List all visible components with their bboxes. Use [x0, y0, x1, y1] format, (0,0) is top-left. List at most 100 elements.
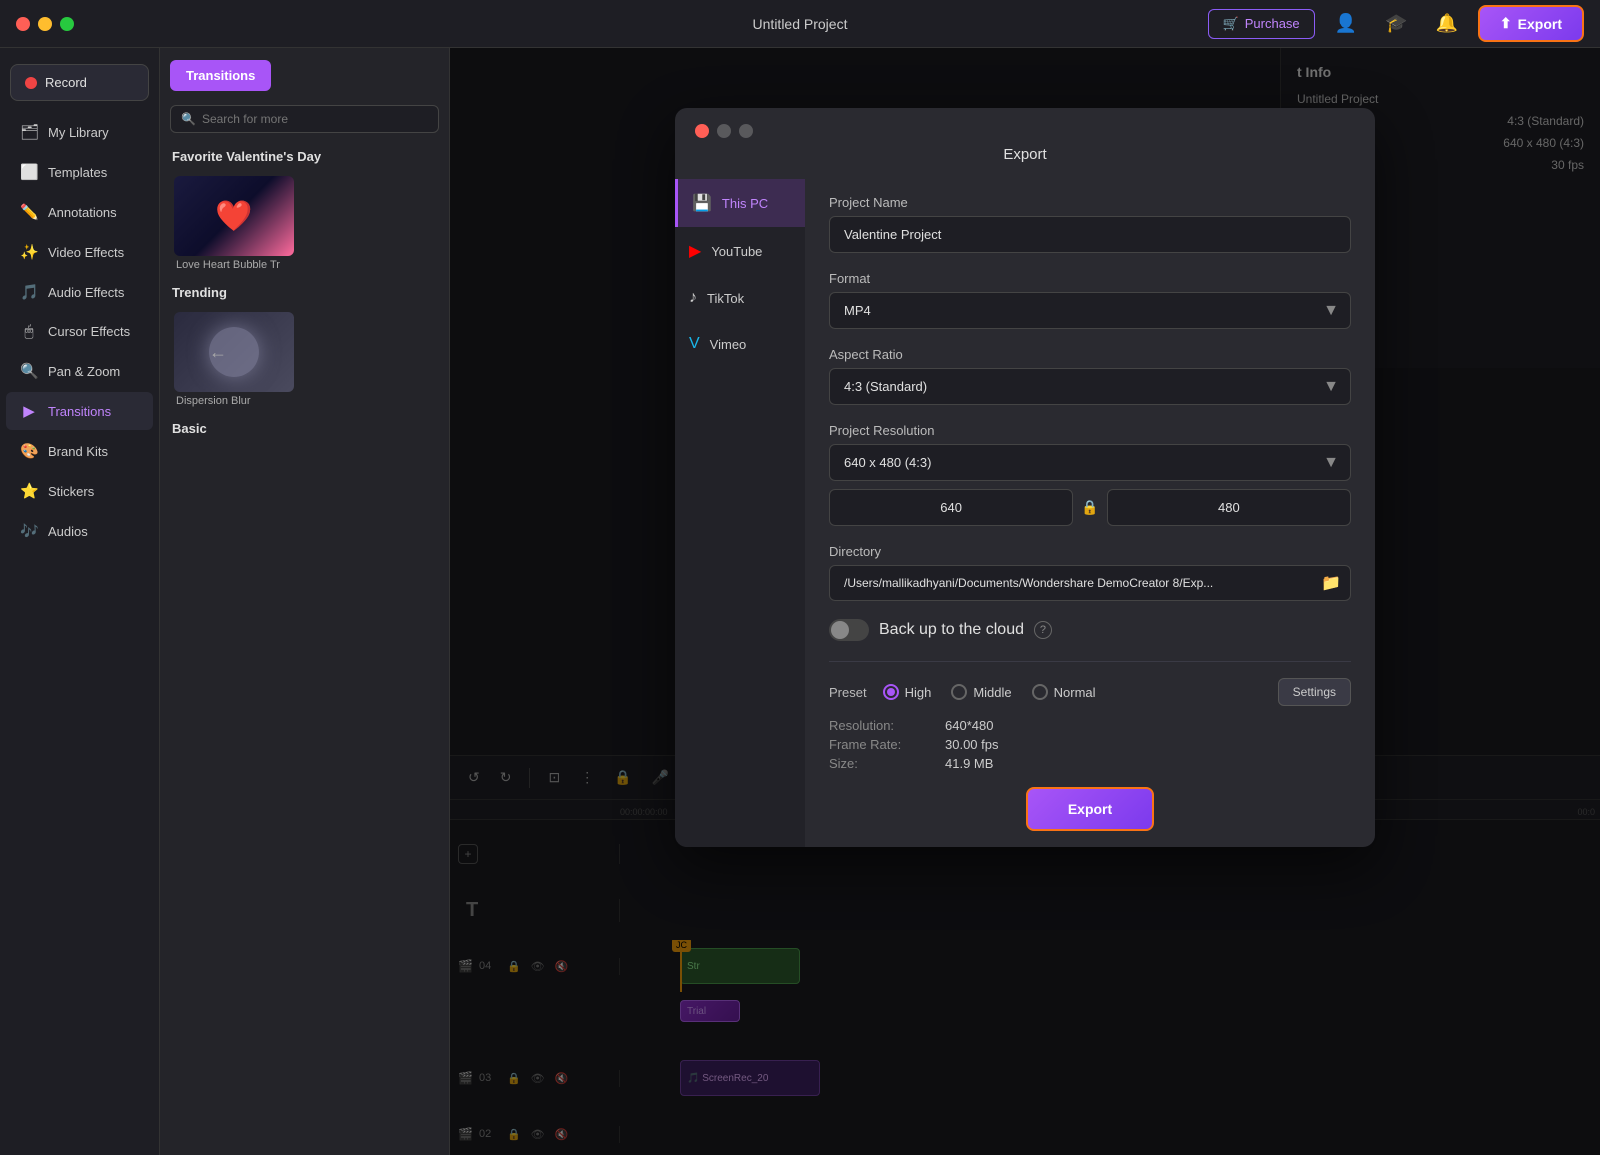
preset-section: Preset High [829, 661, 1351, 831]
sidebar-label-transitions: Transitions [48, 404, 111, 419]
minimize-button[interactable] [38, 17, 52, 31]
folder-icon[interactable]: 📁 [1321, 573, 1341, 593]
radio-high-label: High [905, 685, 932, 700]
sidebar-label-annotations: Annotations [48, 205, 117, 220]
sidebar-item-transitions[interactable]: ▶ Transitions [6, 392, 153, 430]
modal-nav-label-vimeo: Vimeo [710, 337, 747, 352]
audio-effects-icon: 🎵 [20, 283, 38, 301]
format-select[interactable]: MP4 MOV AVI [829, 292, 1351, 329]
main-layout: Record 🗂 My Library ⬜ Templates ✏️ Annot… [0, 48, 1600, 1155]
modal-close-button[interactable] [695, 124, 709, 138]
transition-thumb-blur: ← [174, 312, 294, 392]
radio-middle[interactable]: Middle [951, 684, 1011, 700]
transitions-tab[interactable]: Transitions [170, 60, 271, 91]
preset-row: Preset High [829, 678, 1351, 706]
modal-nav-this-pc[interactable]: 💾 This PC [675, 179, 805, 227]
sidebar-item-brand-kits[interactable]: 🎨 Brand Kits [6, 432, 153, 470]
sidebar: Record 🗂 My Library ⬜ Templates ✏️ Annot… [0, 48, 160, 1155]
cart-icon: 🛒 [1223, 16, 1239, 32]
aspect-ratio-select[interactable]: 4:3 (Standard) 16:9 (Widescreen) 1:1 (Sq… [829, 368, 1351, 405]
modal-maximize-button[interactable] [739, 124, 753, 138]
radio-high[interactable]: High [883, 684, 932, 700]
transition-card-blur[interactable]: ← Dispersion Blur [174, 312, 294, 407]
sidebar-item-templates[interactable]: ⬜ Templates [6, 153, 153, 191]
aspect-ratio-select-wrapper: 4:3 (Standard) 16:9 (Widescreen) 1:1 (Sq… [829, 368, 1351, 405]
radio-middle-label: Middle [973, 685, 1011, 700]
modal-traffic-lights [675, 108, 1375, 138]
export-main-button[interactable]: ⬆ Export [1478, 5, 1584, 42]
radio-high-circle [883, 684, 899, 700]
preset-label: Preset [829, 685, 867, 700]
notifications-button[interactable]: 🔔 [1428, 9, 1466, 38]
sidebar-item-stickers[interactable]: ⭐ Stickers [6, 472, 153, 510]
account-button[interactable]: 👤 [1327, 9, 1365, 38]
sidebar-label-my-library: My Library [48, 125, 109, 140]
sidebar-label-audios: Audios [48, 524, 88, 539]
resolution-detail-label: Resolution: [829, 718, 929, 733]
audios-icon: 🎶 [20, 522, 38, 540]
cursor-effects-icon: 🖱 [20, 323, 38, 340]
sidebar-item-audio-effects[interactable]: 🎵 Audio Effects [6, 273, 153, 311]
purchase-button[interactable]: 🛒 Purchase [1208, 9, 1315, 39]
modal-overlay: Export 💾 This PC ▶ YouTube [450, 48, 1600, 1155]
sidebar-item-video-effects[interactable]: ✨ Video Effects [6, 233, 153, 271]
search-input[interactable] [202, 112, 428, 126]
transition-card-heart[interactable]: ❤️ Love Heart Bubble Tr [174, 176, 294, 271]
sidebar-label-templates: Templates [48, 165, 107, 180]
modal-nav-label-tiktok: TikTok [707, 291, 744, 306]
radio-group: High Middle Normal [883, 684, 1096, 700]
sidebar-item-pan-zoom[interactable]: 🔍 Pan & Zoom [6, 352, 153, 390]
cloud-toggle[interactable] [829, 619, 869, 641]
modal-minimize-button[interactable] [717, 124, 731, 138]
close-button[interactable] [16, 17, 30, 31]
modal-nav-tiktok[interactable]: ♪ TikTok [675, 275, 805, 321]
sidebar-item-annotations[interactable]: ✏️ Annotations [6, 193, 153, 231]
tutorial-button[interactable]: 🎓 [1377, 9, 1415, 38]
sidebar-item-my-library[interactable]: 🗂 My Library [6, 113, 153, 151]
maximize-button[interactable] [60, 17, 74, 31]
size-label: Size: [829, 756, 929, 771]
resolution-detail-value: 640*480 [945, 718, 993, 733]
sidebar-label-video-effects: Video Effects [48, 245, 124, 260]
search-icon: 🔍 [181, 112, 196, 126]
sidebar-item-audios[interactable]: 🎶 Audios [6, 512, 153, 550]
width-input[interactable] [829, 489, 1073, 526]
sidebar-label-cursor-effects: Cursor Effects [48, 324, 130, 339]
directory-input[interactable] [829, 565, 1351, 601]
form-group-project-name: Project Name [829, 195, 1351, 253]
record-label: Record [45, 75, 87, 90]
transition-name-heart: Love Heart Bubble Tr [174, 259, 294, 271]
modal-nav-youtube[interactable]: ▶ YouTube [675, 227, 805, 275]
height-input[interactable] [1107, 489, 1351, 526]
export-button[interactable]: Export [1026, 787, 1154, 831]
form-group-directory: Directory 📁 [829, 544, 1351, 601]
preset-detail-size: Size: 41.9 MB [829, 756, 1351, 771]
this-pc-icon: 💾 [692, 193, 712, 213]
annotations-icon: ✏️ [20, 203, 38, 221]
brand-kits-icon: 🎨 [20, 442, 38, 460]
templates-icon: ⬜ [20, 163, 38, 181]
help-icon[interactable]: ? [1034, 621, 1052, 639]
directory-label: Directory [829, 544, 1351, 559]
youtube-icon: ▶ [689, 241, 701, 261]
frame-rate-detail-value: 30.00 fps [945, 737, 999, 752]
form-group-aspect-ratio: Aspect Ratio 4:3 (Standard) 16:9 (Widesc… [829, 347, 1351, 405]
preset-details: Resolution: 640*480 Frame Rate: 30.00 fp… [829, 718, 1351, 771]
format-label: Format [829, 271, 1351, 286]
project-name-input[interactable] [829, 216, 1351, 253]
settings-button[interactable]: Settings [1278, 678, 1351, 706]
modal-nav-label-this-pc: This PC [722, 196, 768, 211]
transitions-panel: Transitions 🔍 Favorite Valentine's Day ❤… [160, 48, 450, 1155]
sidebar-item-cursor-effects[interactable]: 🖱 Cursor Effects [6, 313, 153, 350]
radio-normal[interactable]: Normal [1032, 684, 1096, 700]
tiktok-icon: ♪ [689, 289, 697, 307]
resolution-select[interactable]: 640 x 480 (4:3) 1280 x 720 (HD) 1920 x 1… [829, 444, 1351, 481]
cloud-backup-label: Back up to the cloud [879, 621, 1024, 639]
form-group-format: Format MP4 MOV AVI ▼ [829, 271, 1351, 329]
resolution-inputs: 🔒 [829, 489, 1351, 526]
preset-detail-frame-rate: Frame Rate: 30.00 fps [829, 737, 1351, 752]
modal-nav-vimeo[interactable]: V Vimeo [675, 321, 805, 367]
record-button[interactable]: Record [10, 64, 149, 101]
transition-thumb-heart: ❤️ [174, 176, 294, 256]
form-group-resolution: Project Resolution 640 x 480 (4:3) 1280 … [829, 423, 1351, 526]
